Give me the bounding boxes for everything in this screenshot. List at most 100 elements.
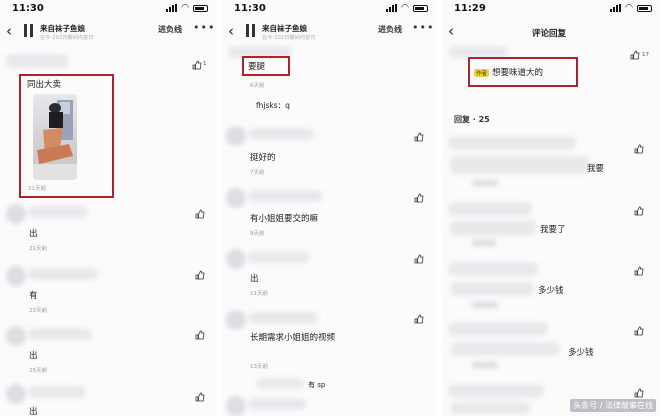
comment-time: 13天前	[250, 364, 268, 370]
page-title: 评论回复	[532, 29, 567, 39]
like-icon[interactable]	[195, 392, 205, 402]
blurred-username	[448, 202, 532, 216]
comment-text: 长期需求小姐姐的视频	[250, 333, 336, 343]
comment-text: 出	[29, 351, 38, 361]
avatar	[6, 384, 26, 404]
comment-time: 21天前	[29, 246, 47, 252]
comment-text: 要腿	[248, 62, 266, 72]
status-icons: ◠	[166, 3, 208, 13]
comment-time: 9天前	[250, 231, 265, 237]
reply-text: 我要	[587, 164, 605, 174]
account-logo-icon	[246, 24, 255, 37]
comment-text: 挺好的	[250, 153, 276, 163]
like-icon[interactable]	[634, 144, 644, 154]
like-icon[interactable]	[634, 266, 644, 276]
like-icon[interactable]	[634, 206, 644, 216]
blurred-username	[248, 398, 306, 410]
status-time: 11:30	[12, 3, 44, 14]
status-icons: ◠	[610, 3, 652, 13]
avatar	[226, 188, 246, 208]
status-time: 11:30	[234, 3, 266, 14]
like-icon[interactable]	[195, 270, 205, 280]
blurred-content	[450, 220, 536, 236]
top-comment: 作者 想要味道大的	[474, 66, 543, 78]
like-icon[interactable]	[414, 254, 424, 264]
photo-figure	[33, 100, 77, 180]
like-icon[interactable]	[630, 50, 640, 60]
reply-preview: fhjsks：q	[256, 101, 290, 110]
comment-time: 7天前	[250, 170, 265, 176]
screenshot-panel-left: 11:30 ◠ ‹ 来自袜子鱼娘 在今·202日期间内容日 进负线 ••• 1 …	[0, 0, 216, 416]
account-title: 来自袜子鱼娘	[262, 24, 307, 33]
more-icon[interactable]: •••	[412, 21, 434, 34]
follow-button[interactable]: 进负线	[158, 24, 182, 35]
comment-time: 11天前	[250, 291, 268, 297]
avatar	[6, 326, 26, 346]
like-icon[interactable]	[634, 388, 644, 398]
comment-text: 同出大卖	[27, 80, 62, 90]
back-icon[interactable]: ‹	[448, 22, 454, 40]
author-tag: 作者	[474, 68, 490, 77]
account-subtitle: 在今·202日期间内容日	[40, 35, 94, 41]
blurred-content	[450, 156, 590, 174]
like-count: 17	[642, 52, 649, 58]
blurred-username	[28, 206, 88, 218]
avatar	[226, 396, 246, 416]
blurred-username	[28, 386, 86, 398]
comment-text: 出	[250, 274, 259, 284]
like-icon[interactable]	[195, 330, 205, 340]
comment-text: 出	[29, 407, 38, 416]
like-count: 1	[203, 61, 207, 67]
comment-text: 有	[29, 291, 38, 301]
avatar	[226, 249, 246, 269]
blurred-time	[472, 180, 498, 186]
back-icon[interactable]: ‹	[228, 22, 234, 40]
back-icon[interactable]: ‹	[6, 22, 12, 40]
comment-text: 有小姐姐要交的嘛	[250, 214, 319, 224]
wifi-icon: ◠	[401, 3, 409, 13]
more-icon[interactable]: •••	[193, 21, 215, 34]
blurred-username	[248, 312, 318, 324]
like-icon[interactable]	[192, 60, 202, 70]
comment-photo[interactable]	[33, 94, 77, 180]
signal-icon	[610, 4, 622, 12]
like-icon[interactable]	[195, 209, 205, 219]
blurred-username	[448, 262, 538, 276]
reply-header: ‹ 评论回复	[442, 16, 660, 46]
status-icons: ◠	[386, 3, 428, 13]
blurred-content	[450, 402, 530, 414]
battery-icon	[413, 4, 428, 12]
signal-icon	[386, 4, 398, 12]
blurred-username	[248, 190, 322, 202]
blurred-username	[256, 378, 304, 389]
comment-time: 6天前	[250, 83, 265, 89]
like-icon[interactable]	[414, 132, 424, 142]
blurred-username	[448, 322, 548, 336]
blurred-username	[28, 328, 92, 340]
avatar	[226, 126, 246, 146]
blurred-content	[450, 282, 534, 296]
like-icon[interactable]	[634, 326, 644, 336]
wifi-icon: ◠	[625, 3, 633, 13]
comment-time: 23天前	[29, 308, 47, 314]
blurred-username	[248, 128, 314, 140]
blurred-time	[472, 240, 496, 246]
blurred-username	[28, 268, 98, 280]
replies-count: 回复 · 25	[454, 115, 490, 124]
avatar	[6, 266, 26, 286]
account-title: 来自袜子鱼娘	[40, 24, 85, 33]
comment-time: 25天前	[29, 368, 47, 374]
blurred-username	[248, 251, 310, 263]
like-icon[interactable]	[414, 314, 424, 324]
follow-button[interactable]: 进负线	[378, 24, 402, 35]
account-subtitle: 在今·202日期间内容日	[262, 35, 316, 41]
wifi-icon: ◠	[181, 3, 189, 13]
reply-text: 我要了	[540, 225, 566, 235]
post-header: ‹ 来自袜子鱼娘 在今·202日期间内容日 进负线 •••	[0, 16, 216, 46]
reply-text: 多少钱	[568, 348, 594, 358]
reply-text: 多少钱	[538, 286, 564, 296]
avatar	[226, 310, 246, 330]
like-icon[interactable]	[414, 193, 424, 203]
account-logo-icon	[24, 24, 33, 37]
blurred-username	[448, 384, 544, 398]
